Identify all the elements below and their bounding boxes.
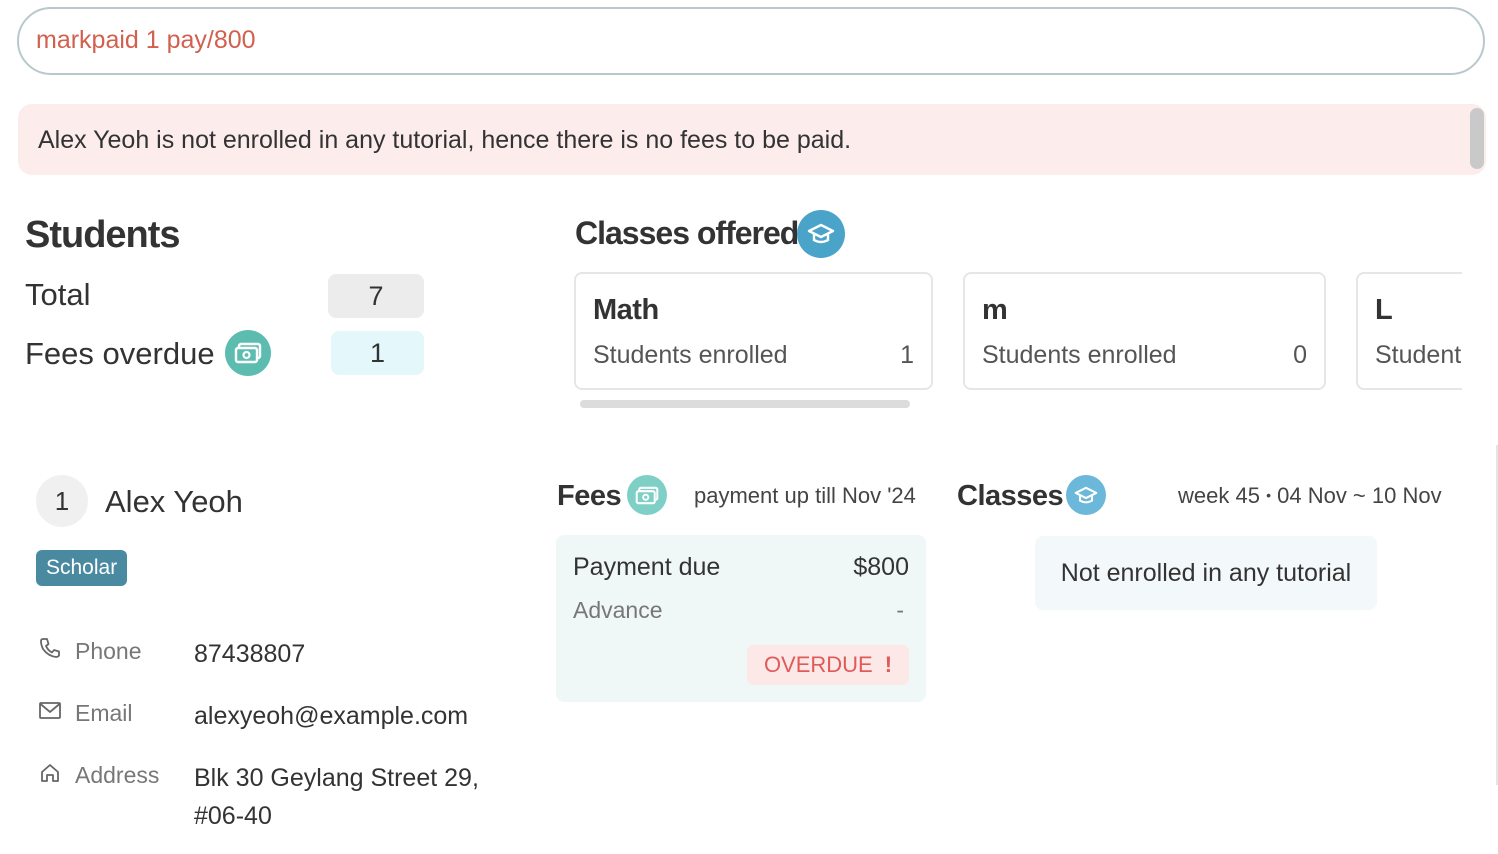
- total-label: Total: [25, 277, 91, 312]
- fees-overdue-value: 1: [331, 331, 424, 375]
- student-name: Alex Yeoh: [105, 484, 243, 519]
- phone-label: Phone: [75, 638, 142, 664]
- no-tutorial-message: Not enrolled in any tutorial: [1035, 536, 1377, 610]
- money-icon: [225, 330, 271, 376]
- fees-overdue-label: Fees overdue: [25, 336, 215, 371]
- address-line-1: Blk 30 Geylang Street 29,: [194, 764, 479, 792]
- classes-scrollbar[interactable]: [580, 400, 910, 408]
- total-value: 7: [328, 274, 424, 318]
- week-info: week 45 • 04 Nov ~ 10 Nov: [1178, 483, 1442, 509]
- student-index: 1: [36, 475, 88, 527]
- week-number: week 45: [1178, 483, 1260, 508]
- class-name: m: [982, 294, 1008, 326]
- email-label: Email: [75, 700, 133, 726]
- class-name: L: [1375, 294, 1393, 326]
- phone-value: 87438807: [194, 640, 306, 668]
- classes-offered-title: Classes offered: [575, 215, 799, 251]
- address-line-2: #06-40: [194, 802, 272, 830]
- student-tag: Scholar: [36, 550, 128, 586]
- advance-value: -: [896, 597, 904, 623]
- phone-icon: [38, 636, 62, 665]
- fees-title: Fees: [557, 480, 622, 512]
- class-card-l[interactable]: L Students enrolled: [1356, 272, 1462, 390]
- fees-subtitle: payment up till Nov '24: [694, 483, 916, 508]
- class-card-m[interactable]: m Students enrolled 0: [963, 272, 1326, 390]
- mail-icon: [38, 700, 62, 727]
- fees-card: Payment due $800 Advance - OVERDUE !: [556, 535, 926, 702]
- students-enrolled-label: Students enrolled: [982, 341, 1177, 369]
- result-message: Alex Yeoh is not enrolled in any tutoria…: [38, 126, 852, 154]
- money-icon: [627, 475, 667, 515]
- email-value: alexyeoh@example.com: [194, 702, 469, 730]
- students-enrolled-label: Students enrolled: [1375, 341, 1462, 369]
- payment-due-label: Payment due: [573, 553, 721, 581]
- class-card-math[interactable]: Math Students enrolled 1: [574, 272, 933, 390]
- classes-title: Classes: [957, 480, 1064, 512]
- graduation-cap-icon: [1066, 475, 1106, 515]
- address-label: Address: [75, 762, 160, 788]
- graduation-cap-icon: [797, 210, 845, 258]
- students-enrolled-label: Students enrolled: [593, 341, 788, 369]
- students-enrolled-count: 0: [1293, 341, 1307, 369]
- advance-label: Advance: [573, 597, 663, 623]
- overdue-status: OVERDUE: [763, 652, 873, 677]
- students-enrolled-count: 1: [900, 341, 914, 369]
- class-name: Math: [593, 294, 659, 326]
- week-range: 04 Nov ~ 10 Nov: [1277, 483, 1442, 508]
- command-input-text[interactable]: markpaid 1 pay/800: [36, 26, 256, 55]
- exclamation-icon: !: [884, 652, 893, 677]
- students-title: Students: [25, 214, 181, 256]
- week-separator: •: [1266, 487, 1271, 503]
- overdue-badge: OVERDUE !: [747, 645, 909, 685]
- home-icon: [38, 761, 62, 790]
- result-scrollbar[interactable]: [1470, 108, 1484, 169]
- classes-offered-list[interactable]: Math Students enrolled 1 m Students enro…: [574, 272, 1462, 394]
- payment-due-value: $800: [853, 553, 909, 581]
